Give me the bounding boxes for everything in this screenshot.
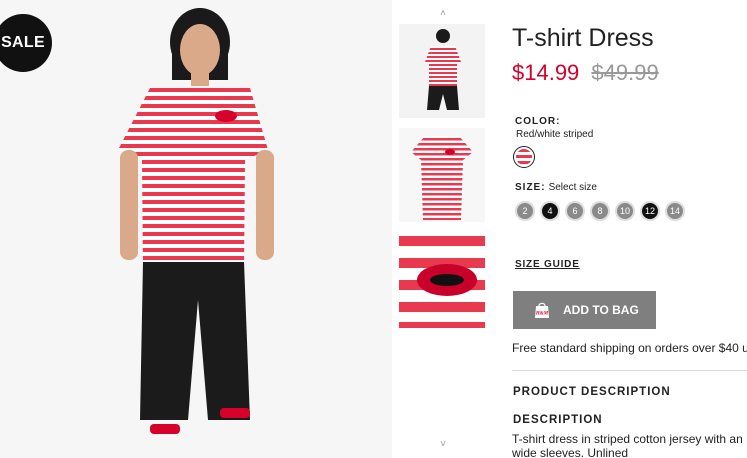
sale-price: $14.99 — [512, 60, 580, 85]
size-guide-link[interactable]: SIZE GUIDE — [515, 259, 580, 270]
swatch-fill — [516, 149, 532, 165]
size-option-14[interactable]: 14 — [665, 201, 685, 221]
product-description-heading[interactable]: PRODUCT DESCRIPTION — [513, 386, 671, 398]
size-option-4[interactable]: 4 — [540, 201, 560, 221]
thumbnails-down-arrow-icon[interactable]: ˅ — [436, 439, 450, 451]
thumbnails-up-arrow-icon[interactable]: ˄ — [436, 8, 450, 20]
price-row: $14.99 $49.99 — [512, 60, 659, 86]
thumbnail-detail-image — [399, 232, 485, 328]
size-options: 2 4 6 8 10 12 14 — [515, 201, 685, 221]
add-to-bag-label: ADD TO BAG — [563, 303, 639, 317]
product-title: T-shirt Dress — [512, 24, 654, 52]
size-label: SIZE: Select size — [515, 182, 597, 193]
thumbnail-flat-front-image — [411, 136, 473, 220]
description-heading: DESCRIPTION — [513, 414, 603, 426]
thumbnail-model-image — [425, 29, 461, 110]
add-to-bag-button[interactable]: H&M ADD TO BAG — [513, 291, 656, 329]
size-select-text: Select size — [548, 182, 597, 193]
size-label-text: SIZE: — [515, 182, 546, 193]
size-option-12[interactable]: 12 — [640, 201, 660, 221]
shipping-info: Free standard shipping on orders over $4… — [512, 341, 747, 355]
main-product-image[interactable]: SALE — [0, 0, 392, 458]
size-option-8[interactable]: 8 — [590, 201, 610, 221]
size-option-6[interactable]: 6 — [565, 201, 585, 221]
color-label: COLOR: — [515, 116, 561, 127]
shopping-bag-icon: H&M — [533, 301, 551, 319]
thumbnail-detail-lips[interactable] — [399, 232, 485, 328]
thumbnail-flat-front[interactable] — [399, 128, 485, 222]
color-swatch-red-white-striped[interactable] — [513, 146, 535, 168]
description-text: T-shirt dress in striped cotton jersey w… — [512, 432, 747, 458]
description-line-1: T-shirt dress in striped cotton jersey w… — [512, 432, 743, 446]
original-price: $49.99 — [591, 60, 659, 85]
description-line-2: wide sleeves. Unlined — [512, 446, 629, 458]
divider — [512, 370, 747, 371]
bag-brand-text: H&M — [535, 312, 549, 317]
size-option-2[interactable]: 2 — [515, 201, 535, 221]
size-option-10[interactable]: 10 — [615, 201, 635, 221]
thumbnail-model[interactable] — [399, 24, 485, 118]
color-value: Red/white striped — [516, 129, 594, 140]
model-photo — [118, 8, 274, 434]
